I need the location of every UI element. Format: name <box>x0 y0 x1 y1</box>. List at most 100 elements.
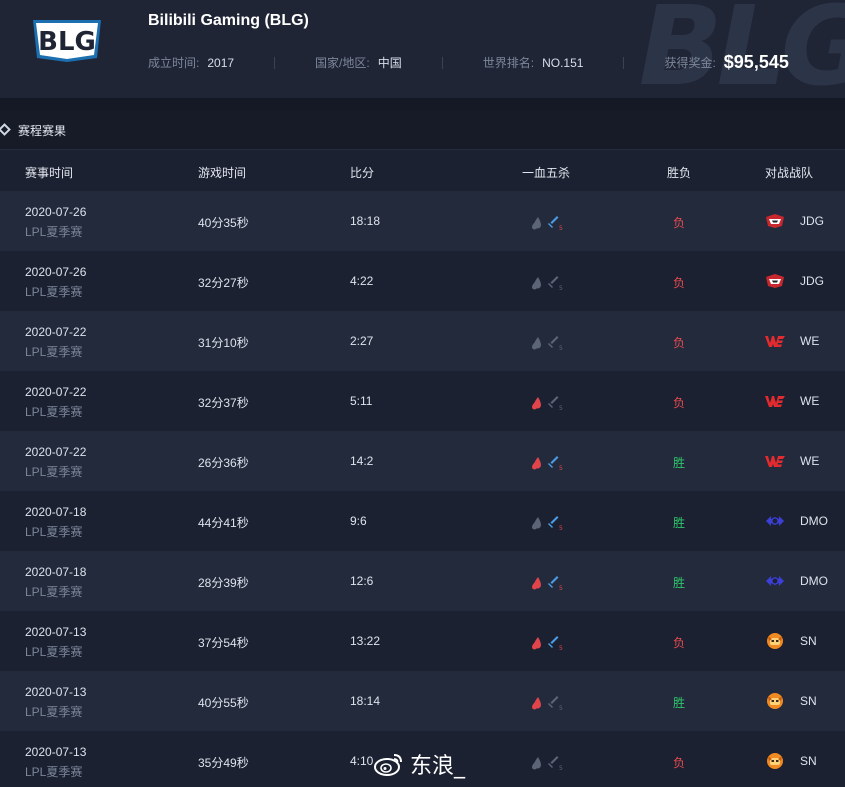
game-duration: 32分27秒 <box>198 276 249 290</box>
game-duration: 28分39秒 <box>198 576 249 590</box>
firstblood-penta-icons: 5 <box>531 455 565 472</box>
match-date: 2020-07-13 <box>25 745 87 759</box>
match-row[interactable]: 2020-07-22 LPL夏季赛 32分37秒 5:11 5 负 WE <box>0 371 845 431</box>
match-score: 9:6 <box>350 514 367 528</box>
prize-label: 获得奖金: <box>664 56 716 70</box>
svg-text:5: 5 <box>559 645 563 651</box>
firstblood-penta-icons: 5 <box>531 755 565 772</box>
match-league: LPL夏季赛 <box>25 285 83 299</box>
penta-kill-icon <box>550 636 559 644</box>
match-result: 胜 <box>673 456 686 470</box>
match-league: LPL夏季赛 <box>25 345 83 359</box>
svg-text:5: 5 <box>559 705 563 711</box>
match-row[interactable]: 2020-07-22 LPL夏季赛 31分10秒 2:27 5 负 WE <box>0 311 845 371</box>
header-watermark: BLG <box>638 0 845 98</box>
jdg-logo[interactable] <box>764 212 786 230</box>
match-result: 胜 <box>673 696 686 710</box>
game-duration: 44分41秒 <box>198 516 249 530</box>
match-score: 4:10 <box>350 754 374 768</box>
match-date: 2020-07-13 <box>25 685 87 699</box>
svg-text:5: 5 <box>559 225 563 231</box>
match-row[interactable]: 2020-07-13 LPL夏季赛 37分54秒 13:22 5 负 SN <box>0 611 845 671</box>
match-row[interactable]: 2020-07-26 LPL夏季赛 32分27秒 4:22 5 负 JDG <box>0 251 845 311</box>
game-duration: 37分54秒 <box>198 636 249 650</box>
match-score: 13:22 <box>350 634 381 648</box>
penta-kill-icon <box>550 396 559 404</box>
match-row[interactable]: 2020-07-26 LPL夏季赛 40分35秒 18:18 5 负 JDG <box>0 191 845 251</box>
team-header: BLG BLG Bilibili Gaming (BLG) 成立时间: 2017… <box>0 0 845 98</box>
svg-text:5: 5 <box>559 525 563 531</box>
opponent-team-name[interactable]: WE <box>800 334 819 348</box>
sn-logo[interactable] <box>764 692 786 710</box>
match-date: 2020-07-18 <box>25 505 87 519</box>
opponent-team-name[interactable]: SN <box>800 634 817 648</box>
match-row[interactable]: 2020-07-22 LPL夏季赛 26分36秒 14:2 5 胜 WE <box>0 431 845 491</box>
match-score: 18:14 <box>350 694 381 708</box>
penta-kill-icon <box>550 696 559 704</box>
match-row[interactable]: 2020-07-18 LPL夏季赛 28分39秒 12:6 5 胜 DMO <box>0 551 845 611</box>
dmo-logo[interactable] <box>764 572 786 590</box>
founded-value: 2017 <box>207 55 235 70</box>
divider <box>274 56 276 69</box>
team-info-row: 成立时间: 2017 国家/地区: 中国 世界排名: NO.151 获得奖金: … <box>148 52 789 73</box>
opponent-team-name[interactable]: SN <box>800 694 817 708</box>
match-league: LPL夏季赛 <box>25 585 83 599</box>
firstblood-penta-icons: 5 <box>531 395 565 412</box>
rank-label: 世界排名: <box>482 56 535 70</box>
we-logo[interactable] <box>764 452 786 470</box>
match-league: LPL夏季赛 <box>25 465 83 479</box>
header-opponent: 对战战队 <box>765 166 814 180</box>
opponent-team-name[interactable]: JDG <box>800 214 824 228</box>
opponent-team-name[interactable]: DMO <box>800 574 828 588</box>
opponent-team-name[interactable]: JDG <box>800 274 824 288</box>
match-result: 负 <box>673 216 686 230</box>
opponent-team-name[interactable]: WE <box>800 454 819 468</box>
section-title: 赛程赛果 <box>18 124 67 138</box>
match-league: LPL夏季赛 <box>25 405 83 419</box>
match-result: 负 <box>673 396 686 410</box>
firstblood-penta-icons: 5 <box>531 275 565 292</box>
match-score: 5:11 <box>350 394 373 408</box>
match-result: 负 <box>673 636 686 650</box>
match-league: LPL夏季赛 <box>25 225 83 239</box>
section-gap <box>0 98 845 110</box>
opponent-team-name[interactable]: SN <box>800 754 817 768</box>
svg-text:BLG: BLG <box>38 27 96 57</box>
region-label: 国家/地区: <box>315 56 370 70</box>
divider <box>441 56 443 69</box>
table-header: 赛事时间 游戏时间 比分 一血五杀 胜负 对战战队 <box>0 151 845 191</box>
header-match-time: 赛事时间 <box>25 166 74 180</box>
match-date: 2020-07-22 <box>25 385 87 399</box>
prize-value: $95,545 <box>723 52 789 72</box>
match-date: 2020-07-18 <box>25 565 87 579</box>
firstblood-penta-icons: 5 <box>531 215 565 232</box>
match-row[interactable]: 2020-07-18 LPL夏季赛 44分41秒 9:6 5 胜 DMO <box>0 491 845 551</box>
we-logo[interactable] <box>764 332 786 350</box>
penta-kill-icon <box>550 216 559 224</box>
sn-logo[interactable] <box>764 632 786 650</box>
game-duration: 31分10秒 <box>198 336 249 350</box>
region-value: 中国 <box>377 56 402 70</box>
opponent-team-name[interactable]: WE <box>800 394 819 408</box>
firstblood-penta-icons: 5 <box>531 515 565 532</box>
match-date: 2020-07-13 <box>25 625 87 639</box>
sn-logo[interactable] <box>764 752 786 770</box>
match-row[interactable]: 2020-07-13 LPL夏季赛 40分55秒 18:14 5 胜 SN <box>0 671 845 731</box>
match-result: 负 <box>673 276 686 290</box>
header-game-time: 游戏时间 <box>198 166 247 180</box>
dmo-logo[interactable] <box>764 512 786 530</box>
founded-label: 成立时间: <box>148 56 200 70</box>
header-result: 胜负 <box>667 166 692 180</box>
game-duration: 35分49秒 <box>198 756 249 770</box>
opponent-team-name[interactable]: DMO <box>800 514 828 528</box>
jdg-logo[interactable] <box>764 272 786 290</box>
match-score: 2:27 <box>350 334 374 348</box>
match-result: 负 <box>673 756 686 770</box>
we-logo[interactable] <box>764 392 786 410</box>
match-league: LPL夏季赛 <box>25 765 83 779</box>
weibo-watermark: 东浪_ <box>374 748 465 780</box>
weibo-watermark-text: 东浪_ <box>410 754 466 779</box>
weibo-icon <box>374 754 402 776</box>
firstblood-penta-icons: 5 <box>531 695 565 712</box>
match-result: 胜 <box>673 576 686 590</box>
